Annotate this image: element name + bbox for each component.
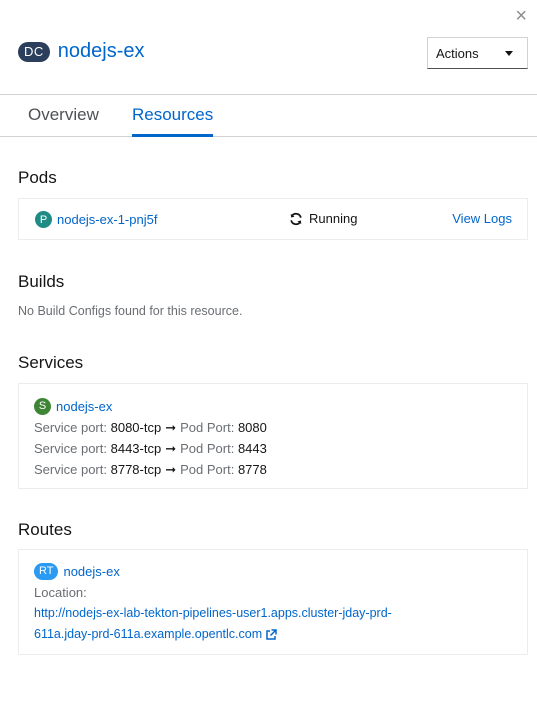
pod-port-label: Pod Port: — [180, 420, 235, 435]
pod-port-value: 8778 — [237, 462, 267, 477]
pod-row: P nodejs-ex-1-pnj5f Running View Logs — [18, 198, 528, 240]
pod-name-link[interactable]: nodejs-ex-1-pnj5f — [57, 212, 157, 227]
service-port-value: 8080-tcp — [110, 420, 162, 435]
actions-dropdown[interactable]: Actions — [427, 37, 528, 69]
service-port-row: Service port: 8778-tcp ➞ Pod Port: 8778 — [34, 459, 512, 480]
pod-status-text: Running — [309, 211, 358, 226]
tab-resources[interactable]: Resources — [132, 95, 214, 137]
services-heading: Services — [18, 353, 84, 372]
close-icon[interactable]: × — [515, 6, 527, 26]
sync-icon — [290, 212, 302, 225]
caret-down-icon — [505, 50, 513, 56]
builds-heading: Builds — [18, 272, 65, 291]
tab-bar: Overview Resources — [0, 94, 537, 137]
routes-heading: Routes — [18, 520, 72, 539]
resource-header: DC nodejs-ex — [18, 40, 145, 63]
actions-label: Actions — [436, 45, 479, 61]
service-port-label: Service port: — [34, 441, 107, 456]
dc-badge: DC — [18, 41, 50, 62]
service-port-label: Service port: — [34, 420, 107, 435]
arrow-right-icon: ➞ — [165, 420, 177, 435]
arrow-right-icon: ➞ — [165, 462, 177, 477]
service-port-value: 8778-tcp — [110, 462, 162, 477]
route-url-line1: http://nodejs-ex-lab-tekton-pipelines-us… — [34, 606, 392, 620]
service-card: S nodejs-ex Service port: 8080-tcp ➞ Pod P… — [18, 383, 528, 489]
arrow-right-icon: ➞ — [165, 441, 177, 456]
resource-name-link[interactable]: nodejs-ex — [58, 40, 145, 63]
tab-overview[interactable]: Overview — [28, 95, 99, 137]
pod-port-label: Pod Port: — [180, 441, 235, 456]
service-port-value: 8443-tcp — [110, 441, 162, 456]
service-port-row: Service port: 8080-tcp ➞ Pod Port: 8080 — [34, 417, 512, 438]
service-name-link[interactable]: nodejs-ex — [56, 396, 112, 417]
pod-port-value: 8443 — [237, 441, 267, 456]
pod-badge: P — [35, 211, 52, 228]
external-link-icon — [266, 628, 277, 640]
builds-empty-message: No Build Configs found for this resource… — [18, 304, 243, 318]
pod-port-label: Pod Port: — [180, 462, 235, 477]
pods-heading: Pods — [18, 168, 57, 187]
route-url-line2: 611a.jday-prd-611a.example.opentlc.com — [34, 627, 263, 641]
pod-status: Running — [289, 211, 357, 226]
pod-port-value: 8080 — [237, 420, 267, 435]
service-port-label: Service port: — [34, 462, 107, 477]
route-card: RT nodejs-ex Location: http://nodejs-ex-… — [18, 549, 528, 655]
route-badge: RT — [34, 563, 59, 580]
view-logs-link[interactable]: View Logs — [452, 211, 512, 226]
route-name-link[interactable]: nodejs-ex — [63, 561, 119, 582]
route-url-link[interactable]: http://nodejs-ex-lab-tekton-pipelines-us… — [34, 606, 392, 641]
service-port-row: Service port: 8443-tcp ➞ Pod Port: 8443 — [34, 438, 512, 459]
location-label: Location: — [34, 585, 87, 600]
service-badge: S — [34, 398, 51, 415]
